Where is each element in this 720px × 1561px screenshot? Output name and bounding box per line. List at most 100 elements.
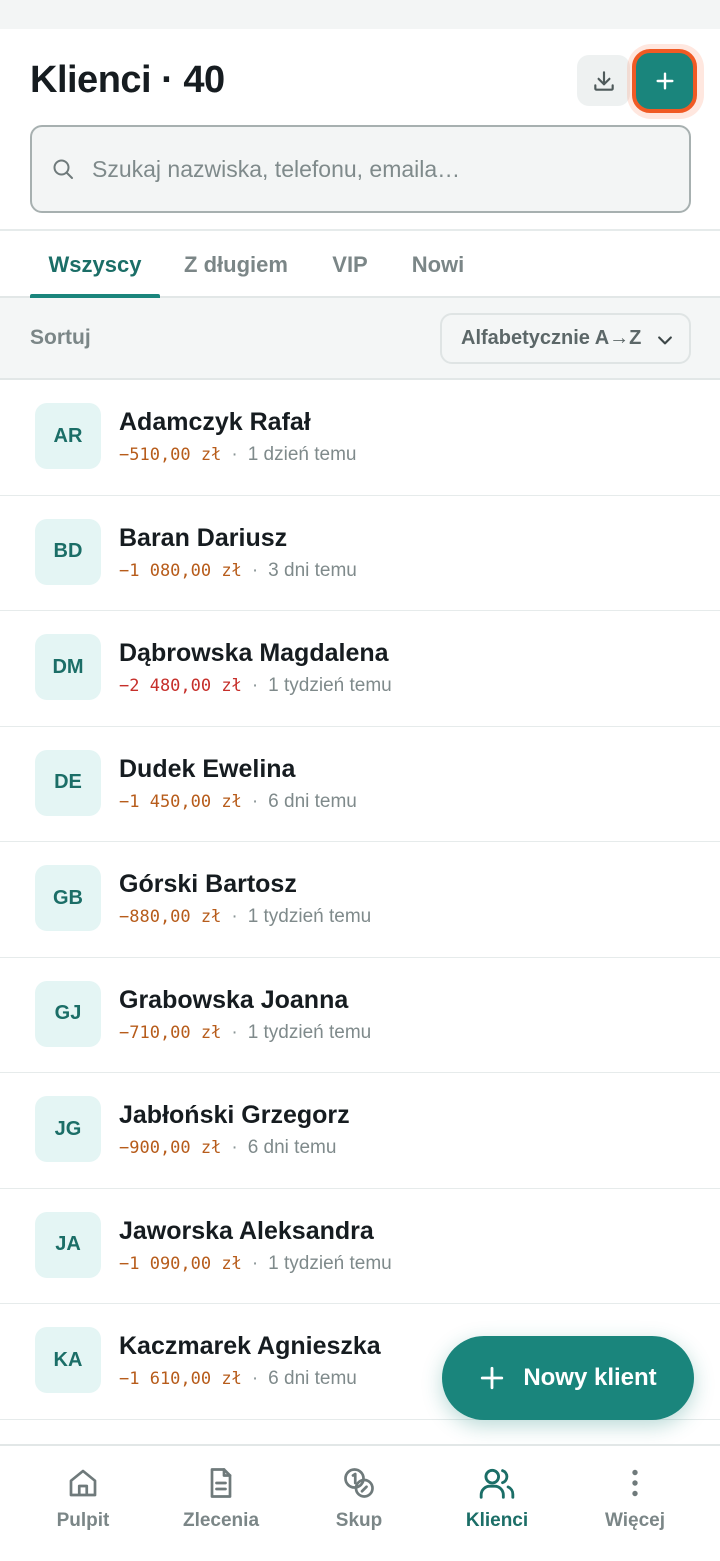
new-client-fab[interactable]: Nowy klient [442,1336,694,1420]
meta-separator: · [231,906,238,927]
client-row[interactable]: DE Dudek Ewelina −1 450,00 zł · 6 dni te… [0,726,720,842]
client-debt: −1 450,00 zł [119,791,242,812]
client-meta: −1 090,00 zł · 1 tydzień temu [119,1253,392,1275]
nav-item-buyback[interactable]: Skup [290,1446,428,1561]
client-debt: −1 090,00 zł [119,1253,242,1274]
client-row[interactable]: JG Jabłoński Grzegorz −900,00 zł · 6 dni… [0,1073,720,1189]
plus-icon [481,1366,504,1390]
tab-all[interactable]: Wszyscy [30,233,160,298]
client-name: Grabowska Joanna [119,985,349,1014]
avatar: BD [35,518,101,585]
client-debt: −510,00 zł [119,445,222,465]
nav-item-dashboard[interactable]: Pulpit [14,1446,152,1561]
document-icon [202,1464,240,1502]
download-icon [593,70,614,91]
avatar: DE [35,749,101,816]
client-name: Górski Bartosz [119,870,297,898]
client-last-seen: 1 tydzień temu [247,1021,372,1043]
avatar: JA [35,1211,101,1278]
avatar: JG [35,1096,101,1162]
avatar: AR [35,403,101,469]
nav-item-orders[interactable]: Zlecenia [152,1446,290,1561]
client-row[interactable]: GJ Grabowska Joanna −710,00 zł · 1 tydzi… [0,957,720,1073]
client-meta: −880,00 zł · 1 tydzień temu [119,906,371,928]
search-icon [50,156,76,182]
chevron-down-icon [658,336,672,345]
sort-label: Sortuj [30,326,91,349]
client-name: Adamczyk Rafał [119,408,311,436]
nav-label: Pulpit [56,1510,110,1531]
client-debt: −1 610,00 zł [119,1369,242,1389]
client-row[interactable]: DM Dąbrowska Magdalena −2 480,00 zł · 1 … [0,611,720,727]
client-last-seen: 1 tydzień temu [247,906,372,927]
nav-label: Klienci [465,1510,529,1531]
client-row[interactable]: BD Baran Dariusz −1 080,00 zł · 3 dni te… [0,495,720,611]
client-row[interactable]: AR Adamczyk Rafał −510,00 zł · 1 dzień t… [0,380,720,496]
client-list: AR Adamczyk Rafał −510,00 zł · 1 dzień t… [0,380,720,1420]
client-last-seen: 1 tydzień temu [268,1252,392,1274]
avatar: DM [35,634,101,700]
client-debt: −1 080,00 zł [119,560,242,581]
sort-bar: Sortuj Alfabetycznie A→Z [0,298,720,380]
client-meta: −1 610,00 zł · 6 dni temu [119,1368,357,1390]
client-name: Jabłoński Grzegorz [119,1101,350,1129]
nav-item-more[interactable]: Więcej [566,1446,704,1561]
client-debt: −2 480,00 zł [119,676,242,696]
meta-separator: · [251,675,259,696]
sort-value: Alfabetycznie A→Z [461,327,642,349]
client-name: Dudek Ewelina [119,754,296,783]
nav-label: Zlecenia [182,1510,260,1531]
client-last-seen: 6 dni temu [268,790,357,812]
meta-separator: · [251,790,259,812]
client-meta: −710,00 zł · 1 tydzień temu [119,1022,371,1044]
nav-label: Skup [335,1510,383,1531]
meta-separator: · [231,444,238,465]
search-input[interactable] [92,155,672,183]
client-meta: −510,00 zł · 1 dzień temu [119,444,356,466]
sort-select[interactable]: Alfabetycznie A→Z [440,313,691,364]
meta-separator: · [251,1368,259,1389]
meta-separator: · [251,1252,259,1274]
client-name: Jaworska Aleksandra [119,1216,374,1245]
client-debt: −880,00 zł [119,907,222,927]
export-button[interactable] [577,55,630,106]
client-meta: −900,00 zł · 6 dni temu [119,1137,336,1159]
page-title: Klienci · 40 [30,59,225,101]
tab-vip[interactable]: VIP [318,233,382,296]
fab-label: Nowy klient [523,1364,657,1391]
client-row[interactable]: GB Górski Bartosz −880,00 zł · 1 tydzień… [0,842,720,958]
client-name: Kaczmarek Agnieszka [119,1332,381,1360]
client-last-seen: 3 dni temu [268,559,357,581]
tab-with-debt[interactable]: Z długiem [170,233,302,296]
client-name: Baran Dariusz [119,523,288,552]
page-header: Klienci · 40 [0,29,720,231]
coins-icon [340,1464,378,1502]
status-bar [0,0,720,29]
client-meta: −2 480,00 zł · 1 tydzień temu [119,675,392,697]
client-name: Dąbrowska Magdalena [119,639,389,667]
avatar: GB [35,865,101,931]
client-last-seen: 6 dni temu [247,1137,337,1158]
filter-tabs: Wszyscy Z długiem VIP Nowi [0,233,720,298]
meta-separator: · [231,1021,238,1043]
client-meta: −1 080,00 zł · 3 dni temu [119,560,357,582]
client-last-seen: 6 dni temu [268,1368,357,1389]
client-last-seen: 1 dzień temu [247,444,357,465]
client-debt: −710,00 zł [119,1022,222,1043]
client-row[interactable]: JA Jaworska Aleksandra −1 090,00 zł · 1 … [0,1188,720,1304]
client-meta: −1 450,00 zł · 6 dni temu [119,791,357,813]
nav-label: Więcej [604,1510,666,1531]
plus-icon [655,72,674,90]
bottom-nav: Pulpit Zlecenia Skup Klienci Więcej [0,1444,720,1561]
more-vertical-icon [616,1464,654,1502]
avatar: KA [35,1327,101,1393]
meta-separator: · [251,559,259,581]
search-box[interactable] [30,125,691,213]
users-icon [478,1464,516,1502]
client-debt: −900,00 zł [119,1138,222,1158]
avatar: GJ [35,980,101,1047]
add-client-button[interactable] [632,49,697,113]
nav-item-clients[interactable]: Klienci [428,1446,566,1561]
tab-new[interactable]: Nowi [398,233,478,296]
client-last-seen: 1 tydzień temu [268,675,392,696]
